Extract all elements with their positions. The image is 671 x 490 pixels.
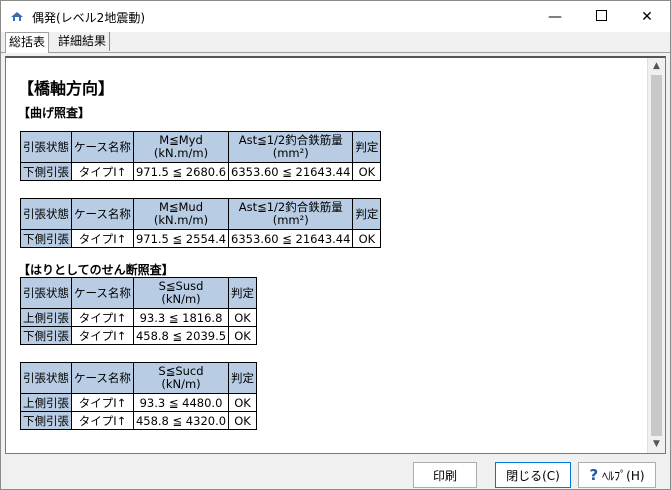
col-header: 引張状態 [20,362,72,394]
table-row: 下側引張 タイプI↑ 971.5 ≦ 2680.6 6353.60 ≦ 2164… [20,162,382,181]
minimize-icon: — [548,8,562,25]
col-header: 引張状態 [20,277,72,309]
table-cell: 下側引張 [20,162,72,181]
table-cell: OK [352,229,382,248]
bending-table-2: 引張状態 ケース名称 M≦Mud (kN.m/m) Ast≦1/2釣合鉄筋量 (mm… [20,198,382,248]
shear-heading: 【はりとしてのせん断照査】 [18,263,174,277]
table-cell: 下側引張 [20,411,72,430]
maximize-button[interactable] [578,1,624,32]
maximize-icon [595,9,607,25]
col-header: ケース名称 [71,362,134,394]
table-cell: タイプI↑ [71,326,134,345]
help-button[interactable]: ? ﾍﾙﾌﾟ(H) [578,462,656,488]
table-cell: 458.8 ≦ 4320.0 [132,411,230,430]
table-cell: 971.5 ≦ 2680.6 [132,162,230,181]
question-icon: ? [589,466,599,484]
col-header: 判定 [352,131,382,163]
table-cell: 6353.60 ≦ 21643.44 [228,162,354,181]
col-header: 引張状態 [20,198,72,230]
table-row: 下側引張 タイプI↑ 458.8 ≦ 2039.5 OK [20,326,258,345]
col-header: M≦Mud (kN.m/m) [132,198,230,230]
table-cell: 下側引張 [20,229,72,248]
minimize-button[interactable]: — [532,1,578,32]
table-cell: 下側引張 [20,326,72,345]
report-area: 【橋軸方向】 【曲げ照査】 引張状態 ケース名称 M≦Myd (kN.m/m) A… [5,56,666,454]
table-cell: 上側引張 [20,308,72,327]
bending-table-1: 引張状態 ケース名称 M≦Myd (kN.m/m) Ast≦1/2釣合鉄筋量 (mm… [20,131,382,181]
shear-table-2: 引張状態 ケース名称 S≦Sucd (kN/m) 判定 上側引張 タイプI↑ 93… [20,362,258,430]
table-cell: タイプI↑ [71,393,134,412]
col-header: S≦Sucd (kN/m) [132,362,230,394]
scroll-up-icon[interactable]: ▲ [648,58,665,75]
vertical-scrollbar[interactable]: ▲ ▼ [647,58,665,453]
table-cell: タイプI↑ [71,162,134,181]
close-window-button[interactable]: ✕ [624,1,670,32]
table-row: 下側引張 タイプI↑ 971.5 ≦ 2554.4 6353.60 ≦ 2164… [20,229,382,248]
table-cell: 上側引張 [20,393,72,412]
table-cell: 6353.60 ≦ 21643.44 [228,229,354,248]
shear-table-1: 引張状態 ケース名称 S≦Susd (kN/m) 判定 上側引張 タイプI↑ 93… [20,277,258,345]
table-cell: 971.5 ≦ 2554.4 [132,229,230,248]
app-icon [9,8,25,24]
tab-summary[interactable]: 総括表 [5,32,50,53]
table-cell: OK [228,308,258,327]
col-header: Ast≦1/2釣合鉄筋量 (mm²) [228,198,354,230]
col-header: 判定 [352,198,382,230]
table-row: 下側引張 タイプI↑ 458.8 ≦ 4320.0 OK [20,411,258,430]
col-header: Ast≦1/2釣合鉄筋量 (mm²) [228,131,354,163]
col-header: M≦Myd (kN.m/m) [132,131,230,163]
report-window: 偶発(レベル2地震動) — ✕ 総括表 詳細結果 【橋軸方向】 【曲げ照査】 引… [0,0,671,490]
col-header: 判定 [228,277,258,309]
table-cell: OK [228,411,258,430]
close-button[interactable]: 閉じる(C) [495,462,571,488]
table-cell: タイプI↑ [71,411,134,430]
close-icon: ✕ [641,8,653,25]
bending-heading: 【曲げ照査】 [18,106,91,120]
col-header: ケース名称 [71,277,134,309]
title-bar[interactable]: 偶発(レベル2地震動) — ✕ [1,1,670,32]
table-cell: OK [228,326,258,345]
table-row: 上側引張 タイプI↑ 93.3 ≦ 1816.8 OK [20,308,258,327]
tab-details[interactable]: 詳細結果 [55,32,111,51]
col-header: 判定 [228,362,258,394]
window-title: 偶発(レベル2地震動) [32,11,145,25]
table-cell: OK [352,162,382,181]
tab-bar: 総括表 詳細結果 [1,32,670,53]
table-cell: 93.3 ≦ 1816.8 [132,308,230,327]
table-cell: 93.3 ≦ 4480.0 [132,393,230,412]
col-header: S≦Susd (kN/m) [132,277,230,309]
table-cell: OK [228,393,258,412]
table-row: 上側引張 タイプI↑ 93.3 ≦ 4480.0 OK [20,393,258,412]
report-heading: 【橋軸方向】 [18,79,115,98]
scroll-down-icon[interactable]: ▼ [648,436,665,453]
col-header: 引張状態 [20,131,72,163]
scroll-thumb[interactable] [651,75,662,436]
col-header: ケース名称 [71,131,134,163]
table-cell: タイプI↑ [71,308,134,327]
print-button[interactable]: 印刷 [413,462,477,488]
table-cell: 458.8 ≦ 2039.5 [132,326,230,345]
col-header: ケース名称 [71,198,134,230]
table-cell: タイプI↑ [71,229,134,248]
